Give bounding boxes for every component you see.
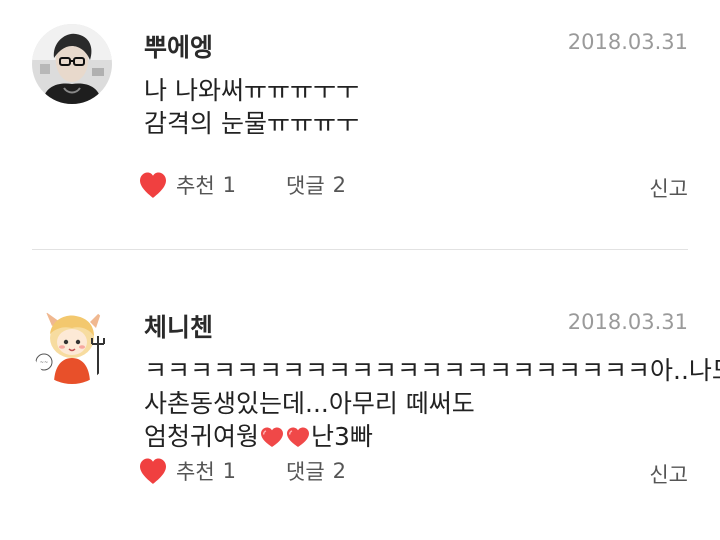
svg-text:~~: ~~ bbox=[40, 360, 48, 366]
comment-text-line: 감격의 눈물ㅠㅠㅠㅜ bbox=[144, 109, 359, 138]
like-button[interactable]: 추천 1 bbox=[138, 456, 236, 486]
comment-body: ㅋㅋㅋㅋㅋㅋㅋㅋㅋㅋㅋㅋㅋㅋㅋㅋㅋㅋㅋㅋㅋㅋ아..나도 사촌동생있는데...아무… bbox=[144, 354, 720, 453]
reply-button[interactable]: 댓글 2 bbox=[286, 456, 346, 486]
author-name[interactable]: 뿌에엥 bbox=[144, 28, 213, 64]
reply-count: 2 bbox=[332, 173, 347, 197]
user-avatar[interactable] bbox=[32, 24, 112, 104]
comment-date: 2018.03.31 bbox=[567, 30, 688, 54]
comment-actions: 추천 1 댓글 2 bbox=[138, 456, 688, 486]
reply-label: 댓글 bbox=[286, 460, 325, 484]
comment-body: 나 나와써ㅠㅠㅠㅜㅜ 감격의 눈물ㅠㅠㅠㅜ bbox=[144, 74, 688, 140]
like-button[interactable]: 추천 1 bbox=[138, 170, 236, 200]
comment-actions: 추천 1 댓글 2 bbox=[138, 170, 688, 200]
like-count: 1 bbox=[222, 459, 237, 483]
comment-text-segment: 난3빠 bbox=[311, 422, 373, 451]
reply-label: 댓글 bbox=[286, 174, 325, 198]
comment-text-segment: 엄청귀여웡 bbox=[144, 422, 260, 451]
comment-text-line: 사촌동생있는데...아무리 떼써도 bbox=[144, 389, 475, 418]
heart-emoji-icon bbox=[261, 427, 284, 447]
comment-text-line: 나 나와써ㅠㅠㅠㅜㅜ bbox=[144, 76, 359, 105]
heart-icon bbox=[140, 172, 166, 198]
heart-emoji-icon bbox=[287, 427, 310, 447]
comment-list: 뿌에엥 2018.03.31 나 나와써ㅠㅠㅠㅜㅜ 감격의 눈물ㅠㅠㅠㅜ 추천 … bbox=[0, 0, 720, 540]
comment-date: 2018.03.31 bbox=[567, 310, 688, 334]
reply-count: 2 bbox=[332, 459, 347, 483]
user-avatar[interactable]: ~~ bbox=[32, 304, 112, 384]
heart-icon bbox=[140, 458, 166, 484]
report-button[interactable]: 신고 bbox=[649, 173, 688, 203]
like-count: 1 bbox=[222, 173, 237, 197]
author-name[interactable]: 체니첸 bbox=[144, 308, 213, 344]
like-label: 추천 bbox=[176, 174, 215, 198]
reply-button[interactable]: 댓글 2 bbox=[286, 170, 346, 200]
devil-character-avatar-icon: ~~ bbox=[32, 304, 112, 384]
report-button[interactable]: 신고 bbox=[649, 459, 688, 489]
user-photo-avatar-icon bbox=[32, 24, 112, 104]
comment-text-line: ㅋㅋㅋㅋㅋㅋㅋㅋㅋㅋㅋㅋㅋㅋㅋㅋㅋㅋㅋㅋㅋㅋ아..나도 bbox=[144, 356, 720, 385]
comment-divider bbox=[32, 249, 688, 250]
like-label: 추천 bbox=[176, 460, 215, 484]
comment-text-line: 엄청귀여웡 난3빠 bbox=[144, 420, 688, 453]
